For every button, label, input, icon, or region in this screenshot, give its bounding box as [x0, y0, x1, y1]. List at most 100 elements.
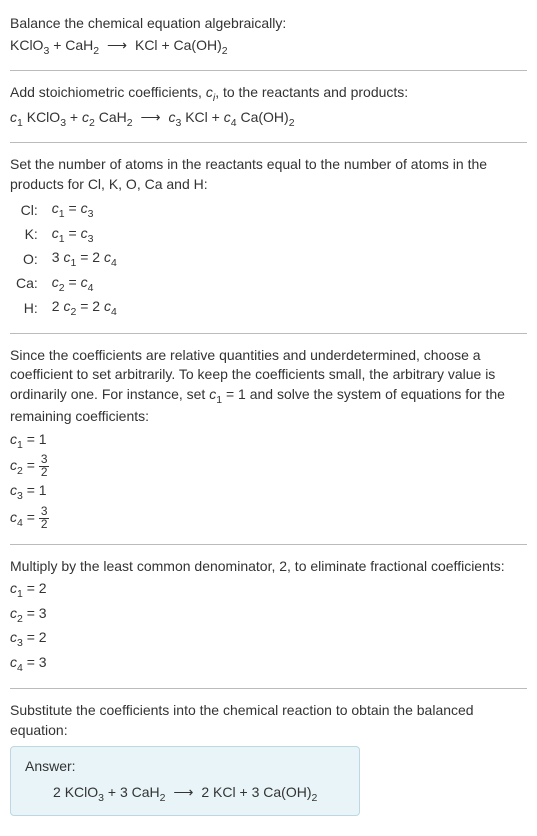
multiply-text: Multiply by the least common denominator…	[10, 557, 527, 577]
final-text: Substitute the coefficients into the che…	[10, 701, 527, 740]
eq: =	[65, 274, 81, 290]
reactant-1-sub: 3	[43, 44, 49, 56]
answer-box: Answer: 2 KClO3 + 3 CaH2 ⟶ 2 KCl + 3 Ca(…	[10, 746, 360, 816]
coef-list: c1 = 1 c 2 = 32 c3 = 1 c4 = 32	[10, 429, 527, 532]
val: = 2	[23, 580, 47, 596]
c: c	[10, 509, 17, 525]
final-section: Substitute the coefficients into the che…	[10, 695, 527, 822]
val: = 3	[23, 605, 47, 621]
divider	[10, 333, 527, 334]
coef-row: c2 = 3	[10, 603, 527, 627]
c: c	[52, 274, 59, 290]
coef: c	[224, 109, 231, 125]
balance-eq: 3 c1 = 2 c4	[46, 247, 123, 271]
atoms-intro: Set the number of atoms in the reactants…	[10, 155, 527, 194]
coef-row: c 2 = 32	[10, 453, 527, 480]
reactant-2-sub: 2	[160, 792, 166, 804]
coef-row: c4 = 3	[10, 652, 527, 676]
table-row: Ca: c2 = c4	[10, 272, 123, 296]
reactant-2: CaH	[132, 784, 160, 800]
s: 4	[88, 281, 94, 293]
solve-section: Since the coefficients are relative quan…	[10, 340, 527, 538]
multiply-section: Multiply by the least common denominator…	[10, 551, 527, 683]
val: =	[23, 458, 39, 474]
c: c	[10, 431, 17, 447]
den: 2	[39, 519, 50, 531]
product-1: KCl	[135, 37, 158, 53]
plus: +	[161, 37, 173, 53]
coef: c	[82, 109, 89, 125]
reactant-2: CaH	[99, 109, 127, 125]
text-part: , to the reactants and products:	[215, 84, 408, 100]
coef: c	[10, 109, 17, 125]
eq: =	[65, 225, 81, 241]
c: c	[104, 249, 111, 265]
stoich-equation: c1 KClO3 + c2 CaH2 ⟶ c3 KCl + c4 Ca(OH)2	[10, 108, 527, 130]
product-2-sub: 2	[312, 792, 318, 804]
coef: 2	[201, 784, 213, 800]
product-2: Ca(OH)	[263, 784, 311, 800]
solve-text: Since the coefficients are relative quan…	[10, 346, 527, 427]
c: c	[52, 225, 59, 241]
intro-section: Balance the chemical equation algebraica…	[10, 8, 527, 64]
arrow-icon: ⟶	[169, 784, 197, 800]
balance-eq: c1 = c3	[46, 223, 123, 247]
c: c	[10, 629, 17, 645]
stoich-text: Add stoichiometric coefficients, ci, to …	[10, 83, 527, 105]
val: =	[23, 509, 39, 525]
coef-row: c3 = 1	[10, 480, 527, 504]
c: c	[104, 298, 111, 314]
reactant-2-sub: 2	[93, 44, 99, 56]
fraction: 32	[39, 506, 50, 531]
divider	[10, 688, 527, 689]
balance-eq: 2 c2 = 2 c4	[46, 296, 123, 320]
c: c	[10, 654, 17, 670]
mult: 2	[92, 249, 104, 265]
val: = 1	[23, 431, 47, 447]
s: 4	[111, 306, 117, 318]
element-label: K:	[10, 223, 46, 247]
plus: +	[212, 109, 224, 125]
product-2: Ca(OH)	[174, 37, 222, 53]
s: 3	[88, 233, 94, 245]
coef-row: c1 = 1	[10, 429, 527, 453]
c: c	[10, 580, 17, 596]
den: 2	[39, 467, 50, 479]
c: c	[10, 458, 17, 474]
coef-sub: 3	[175, 116, 181, 128]
table-row: Cl: c1 = c3	[10, 198, 123, 222]
divider	[10, 142, 527, 143]
s: 3	[88, 208, 94, 220]
c: c	[81, 274, 88, 290]
arrow-icon: ⟶	[136, 109, 164, 125]
element-label: O:	[10, 247, 46, 271]
plus: +	[70, 109, 82, 125]
c: c	[81, 225, 88, 241]
answer-label: Answer:	[25, 757, 345, 777]
coef-row: c4 = 32	[10, 505, 527, 532]
table-row: K: c1 = c3	[10, 223, 123, 247]
balanced-equation: 2 KClO3 + 3 CaH2 ⟶ 2 KCl + 3 Ca(OH)2	[25, 783, 345, 805]
text-part: Add stoichiometric coefficients,	[10, 84, 206, 100]
atoms-section: Set the number of atoms in the reactants…	[10, 149, 527, 327]
reactant-2-sub: 2	[127, 116, 133, 128]
coef-sub: 4	[231, 116, 237, 128]
arrow-icon: ⟶	[103, 37, 131, 53]
coef: 3	[120, 784, 132, 800]
eq: =	[76, 298, 92, 314]
coef: 3	[252, 784, 264, 800]
s: 4	[111, 257, 117, 269]
reactant-1: KClO	[65, 784, 98, 800]
coef-row: c1 = 2	[10, 578, 527, 602]
element-label: H:	[10, 296, 46, 320]
c: c	[52, 200, 59, 216]
fraction: 32	[39, 454, 50, 479]
table-row: O: 3 c1 = 2 c4	[10, 247, 123, 271]
product-2: Ca(OH)	[240, 109, 288, 125]
coef: 2	[53, 784, 65, 800]
product-2-sub: 2	[289, 116, 295, 128]
table-row: H: 2 c2 = 2 c4	[10, 296, 123, 320]
c: c	[81, 200, 88, 216]
product-1: KCl	[213, 784, 236, 800]
val: = 3	[23, 654, 47, 670]
